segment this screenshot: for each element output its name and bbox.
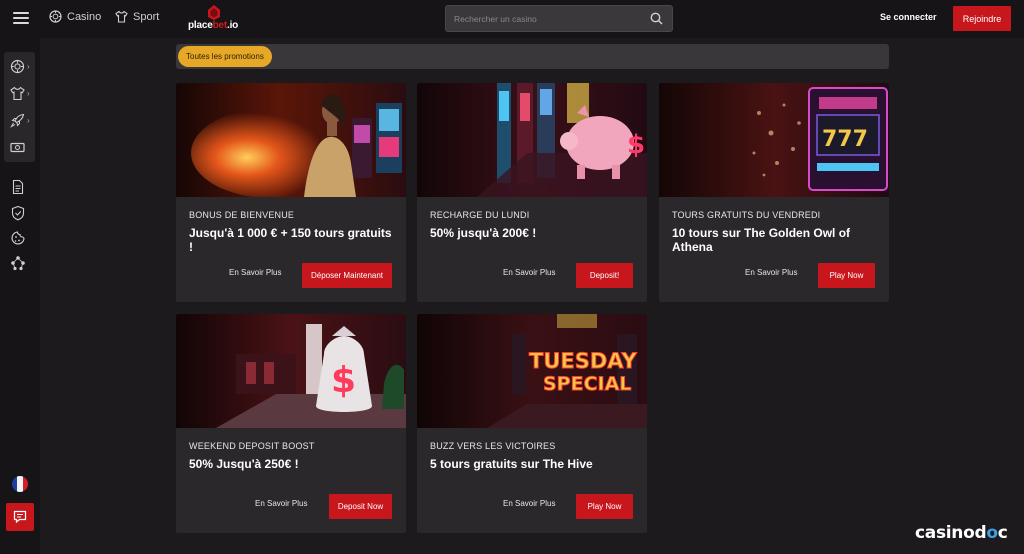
tuesday-neon-sign: TUESDAY bbox=[529, 349, 638, 373]
promo-image-weekend: $ bbox=[176, 314, 406, 428]
promo-category: BUZZ VERS LES VICTOIRES bbox=[430, 441, 556, 451]
document-icon[interactable] bbox=[10, 179, 26, 195]
chevron-right-icon: › bbox=[27, 61, 30, 71]
top-bar: Casino Sport placebet.io Se connecter Re… bbox=[0, 0, 1024, 38]
chat-icon bbox=[13, 510, 27, 524]
promo-category: RECHARGE DU LUNDI bbox=[430, 210, 530, 220]
sidebar-main-group: › › › bbox=[4, 52, 35, 162]
nav-sport-label: Sport bbox=[133, 10, 160, 23]
learn-more-link[interactable]: En Savoir Plus bbox=[255, 499, 307, 508]
promo-title: 50% jusqu'à 200€ ! bbox=[430, 226, 537, 240]
deposit-now-button[interactable]: Déposer Maintenant bbox=[302, 263, 392, 288]
logo-text: placebet.io bbox=[188, 20, 239, 31]
sidebar-item-casino[interactable]: › bbox=[10, 56, 36, 76]
search-icon[interactable] bbox=[650, 12, 663, 25]
nav-sport[interactable]: Sport bbox=[115, 10, 159, 23]
site-logo[interactable]: placebet.io bbox=[188, 5, 244, 33]
sidebar-item-crash[interactable]: › bbox=[10, 110, 36, 130]
sidebar-item-cashier[interactable] bbox=[10, 137, 36, 157]
promo-category: WEEKEND DEPOSIT BOOST bbox=[189, 441, 315, 451]
promo-category: TOURS GRATUITS DU VENDREDI bbox=[672, 210, 821, 220]
chat-button[interactable] bbox=[6, 503, 34, 531]
shield-icon[interactable] bbox=[10, 205, 26, 221]
promo-image-monday: $ bbox=[417, 83, 647, 197]
promo-title: 50% Jusqu'à 250€ ! bbox=[189, 457, 299, 471]
deposit-button[interactable]: Deposit! bbox=[576, 263, 633, 288]
promo-filter-bar: Toutes les promotions bbox=[176, 44, 889, 69]
promo-image-friday: 777 bbox=[659, 83, 889, 197]
learn-more-link[interactable]: En Savoir Plus bbox=[745, 268, 797, 277]
login-button[interactable]: Se connecter bbox=[880, 12, 937, 22]
casinodoc-watermark: casinodoc bbox=[915, 523, 1008, 543]
promo-title: Jusqu'à 1 000 € + 150 tours gratuits ! bbox=[189, 226, 392, 254]
promo-card: $ WEEKEND DEPOSIT BOOST 50% Jusqu'à 250€… bbox=[176, 314, 406, 533]
promo-title: 5 tours gratuits sur The Hive bbox=[430, 457, 593, 471]
learn-more-link[interactable]: En Savoir Plus bbox=[503, 499, 555, 508]
play-now-button[interactable]: Play Now bbox=[576, 494, 633, 519]
french-flag-icon[interactable] bbox=[12, 476, 28, 492]
join-button[interactable]: Rejoindre bbox=[953, 6, 1011, 31]
cookie-icon[interactable] bbox=[10, 230, 26, 246]
nav-casino-label: Casino bbox=[67, 10, 102, 23]
learn-more-link[interactable]: En Savoir Plus bbox=[229, 268, 281, 277]
promo-card: TUESDAY SPECIAL BUZZ VERS LES VICTOIRES … bbox=[417, 314, 647, 533]
sidebar-item-sport[interactable]: › bbox=[10, 83, 36, 103]
promo-image-welcome bbox=[176, 83, 406, 197]
network-icon[interactable] bbox=[10, 255, 26, 271]
learn-more-link[interactable]: En Savoir Plus bbox=[503, 268, 555, 277]
slot-reels: 777 bbox=[822, 127, 868, 152]
sidebar: › › › bbox=[0, 38, 40, 554]
nav-casino[interactable]: Casino bbox=[49, 10, 101, 23]
casino-chip-icon bbox=[49, 10, 62, 23]
special-neon-sign: SPECIAL bbox=[543, 373, 631, 395]
filter-all-promotions[interactable]: Toutes les promotions bbox=[178, 46, 272, 67]
promo-card: $ RECHARGE DU LUNDI 50% jusqu'à 200€ ! E… bbox=[417, 83, 647, 302]
deposit-now-button[interactable]: Deposit Now bbox=[329, 494, 392, 519]
jersey-icon bbox=[10, 86, 25, 100]
casino-chip-icon bbox=[10, 59, 25, 73]
dollar-sign-icon: $ bbox=[331, 360, 356, 401]
search-input[interactable] bbox=[454, 6, 644, 31]
search-box bbox=[445, 5, 673, 32]
dollar-sign-icon: $ bbox=[627, 130, 645, 160]
hamburger-menu-icon[interactable] bbox=[13, 12, 29, 24]
chevron-right-icon: › bbox=[27, 88, 30, 98]
rocket-icon bbox=[10, 113, 25, 128]
promo-category: BONUS DE BIENVENUE bbox=[189, 210, 295, 220]
promo-card: 777 TOURS GRATUITS DU VENDREDI 10 tours … bbox=[659, 83, 889, 302]
cash-icon bbox=[10, 142, 25, 152]
promo-card: BONUS DE BIENVENUE Jusqu'à 1 000 € + 150… bbox=[176, 83, 406, 302]
chevron-right-icon: › bbox=[27, 115, 30, 125]
jersey-icon bbox=[115, 10, 128, 23]
promo-title: 10 tours sur The Golden Owl of Athena bbox=[672, 226, 851, 254]
play-now-button[interactable]: Play Now bbox=[818, 263, 875, 288]
logo-mark-icon bbox=[208, 5, 220, 20]
promo-image-tuesday: TUESDAY SPECIAL bbox=[417, 314, 647, 428]
